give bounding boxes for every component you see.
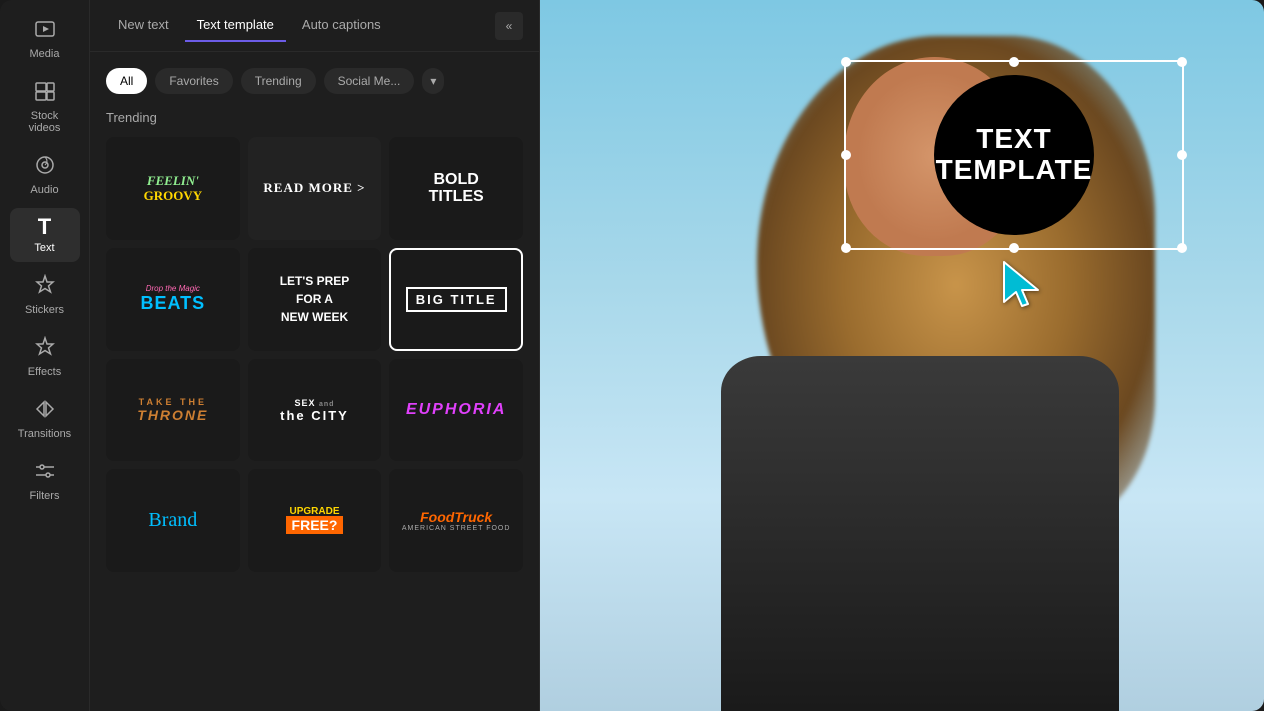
sidebar-item-audio-label: Audio <box>30 184 58 196</box>
template-brand[interactable]: Brand <box>106 469 240 572</box>
sidebar-item-effects-label: Effects <box>28 366 61 378</box>
effects-icon <box>34 336 56 362</box>
panel: New text Text template Auto captions « A… <box>90 0 540 711</box>
sidebar-item-stock-videos-label: Stock videos <box>14 110 76 134</box>
text-template-words: TEXT TEMPLATE <box>936 124 1093 186</box>
text-template-content: TEXT TEMPLATE <box>846 62 1182 248</box>
sidebar-item-filters-label: Filters <box>30 490 60 502</box>
transitions-icon <box>34 398 56 424</box>
sidebar-item-transitions-label: Transitions <box>18 428 71 440</box>
more-tabs-button[interactable]: « <box>495 12 523 40</box>
filter-chips: All Favorites Trending Social Me... ▾ <box>106 68 523 94</box>
panel-content: All Favorites Trending Social Me... ▾ Tr… <box>90 52 539 711</box>
template-grid: FEELIN' GROOVY READ MORE > BOLD TITLES <box>106 137 523 572</box>
chip-favorites[interactable]: Favorites <box>155 68 232 94</box>
sidebar-item-text-label: Text <box>34 242 54 254</box>
brand-text: Brand <box>148 509 197 532</box>
template-take-throne[interactable]: TAKE THE THRONE <box>106 359 240 462</box>
chip-social-media[interactable]: Social Me... <box>324 68 415 94</box>
tab-auto-captions[interactable]: Auto captions <box>290 9 393 42</box>
stock-videos-icon <box>34 80 56 106</box>
beats-text: BEATS <box>140 293 205 314</box>
bold-titles-line2: TITLES <box>429 188 484 206</box>
feelin-groovy-line1: FEELIN' <box>144 173 203 189</box>
sidebar-item-filters[interactable]: Filters <box>10 452 80 510</box>
feelin-groovy-line2: GROOVY <box>144 188 203 204</box>
food-truck-text: FoodTruck <box>402 509 511 525</box>
text-template-circle: TEXT TEMPLATE <box>934 75 1094 235</box>
text-icon: T <box>38 216 51 238</box>
audio-icon <box>34 154 56 180</box>
lets-prep-text: LET'S PREPFOR ANEW WEEK <box>280 272 350 326</box>
sex-text: SEX and <box>280 398 349 408</box>
sidebar-item-audio[interactable]: Audio <box>10 146 80 204</box>
template-read-more[interactable]: READ MORE > <box>248 137 382 240</box>
text-template-overlay[interactable]: TEXT TEMPLATE <box>844 60 1184 250</box>
filter-dropdown-button[interactable]: ▾ <box>422 68 444 94</box>
sidebar-item-stock-videos[interactable]: Stock videos <box>10 72 80 142</box>
template-sex-city[interactable]: SEX and the CITY <box>248 359 382 462</box>
chip-trending[interactable]: Trending <box>241 68 316 94</box>
template-lets-prep[interactable]: LET'S PREPFOR ANEW WEEK <box>248 248 382 351</box>
template-food-truck[interactable]: FoodTruck AMERICAN STREET FOOD <box>389 469 523 572</box>
panel-tabs: New text Text template Auto captions « <box>90 0 539 52</box>
template-big-title[interactable]: BIG TITLE <box>389 248 523 351</box>
sidebar-item-stickers-label: Stickers <box>25 304 64 316</box>
person-body <box>721 356 1119 711</box>
sidebar-item-media[interactable]: Media <box>10 10 80 68</box>
free-text: FREE? <box>286 516 344 534</box>
filters-icon <box>34 460 56 486</box>
tab-new-text[interactable]: New text <box>106 9 181 42</box>
sidebar-item-media-label: Media <box>30 48 60 60</box>
template-drop-beats[interactable]: Drop the Magic BEATS <box>106 248 240 351</box>
food-truck-sub: AMERICAN STREET FOOD <box>402 525 511 532</box>
template-feelin-groovy[interactable]: FEELIN' GROOVY <box>106 137 240 240</box>
sidebar: Media Stock videos Audio <box>0 0 90 711</box>
stickers-icon <box>34 274 56 300</box>
sidebar-item-transitions[interactable]: Transitions <box>10 390 80 448</box>
sidebar-item-text[interactable]: T Text <box>10 208 80 262</box>
canvas-area: TEXT TEMPLATE <box>540 0 1264 711</box>
app-container: Media Stock videos Audio <box>0 0 1264 711</box>
read-more-text: READ MORE > <box>263 180 365 196</box>
tab-text-template[interactable]: Text template <box>185 9 286 42</box>
template-upgrade-free[interactable]: UPGRADE FREE? <box>248 469 382 572</box>
template-euphoria[interactable]: EUPHORIA <box>389 359 523 462</box>
template-bold-titles[interactable]: BOLD TITLES <box>389 137 523 240</box>
bold-titles-line1: BOLD <box>429 171 484 189</box>
sidebar-item-effects[interactable]: Effects <box>10 328 80 386</box>
take-text: TAKE THE <box>137 397 208 407</box>
media-icon <box>34 18 56 44</box>
chip-all[interactable]: All <box>106 68 147 94</box>
euphoria-text: EUPHORIA <box>406 401 506 419</box>
section-title: Trending <box>106 110 523 125</box>
throne-text: THRONE <box>137 407 208 423</box>
sidebar-item-stickers[interactable]: Stickers <box>10 266 80 324</box>
city-text: the CITY <box>280 408 349 423</box>
drop-magic-text: Drop the Magic <box>140 284 205 293</box>
big-title-text: BIG TITLE <box>406 287 507 312</box>
